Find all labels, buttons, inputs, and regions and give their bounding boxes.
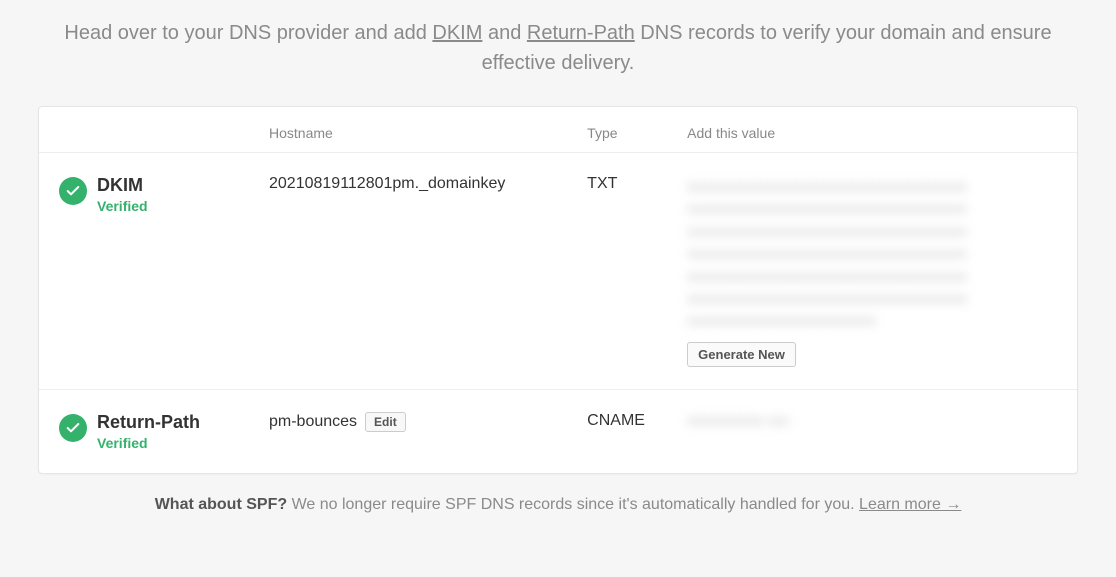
record-type: CNAME (587, 412, 677, 430)
table-row: Return-Path Verified pm-bounces Edit CNA… (39, 389, 1077, 473)
footnote-bold: What about SPF? (155, 496, 287, 513)
record-status: Verified (97, 198, 148, 214)
header-hostname: Hostname (269, 125, 577, 141)
table-header: Hostname Type Add this value (39, 107, 1077, 152)
header-value: Add this value (687, 125, 1057, 141)
intro-mid: and (482, 22, 526, 44)
record-value-blurred: xxxxxxxxxxx xxx (687, 412, 789, 428)
table-row: DKIM Verified 20210819112801pm._domainke… (39, 152, 1077, 389)
record-hostname: pm-bounces (269, 413, 357, 431)
record-label-col: DKIM Verified (59, 175, 259, 214)
dkim-link[interactable]: DKIM (432, 22, 482, 44)
return-path-link[interactable]: Return-Path (527, 22, 635, 44)
dns-records-card: Hostname Type Add this value DKIM Verifi… (38, 106, 1078, 474)
edit-hostname-button[interactable]: Edit (365, 412, 406, 432)
header-type: Type (587, 125, 677, 141)
intro-prefix: Head over to your DNS provider and add (64, 22, 432, 44)
record-label-col: Return-Path Verified (59, 412, 259, 451)
spf-footnote: What about SPF? We no longer require SPF… (0, 474, 1116, 536)
verified-check-icon (59, 177, 87, 205)
record-type: TXT (587, 175, 677, 193)
verified-check-icon (59, 414, 87, 442)
record-title: Return-Path (97, 412, 200, 433)
footnote-text: We no longer require SPF DNS records sin… (287, 496, 859, 513)
learn-more-link[interactable]: Learn more → (859, 496, 961, 513)
record-title: DKIM (97, 175, 148, 196)
record-hostname: 20210819112801pm._domainkey (269, 175, 577, 193)
generate-new-button[interactable]: Generate New (687, 342, 796, 367)
record-status: Verified (97, 435, 200, 451)
intro-text: Head over to your DNS provider and add D… (0, 0, 1116, 106)
record-value-blurred: xxxxxxxxxxxxxxxxxxxxxxxxxxxxxxxxxxxxxxxx… (687, 175, 1057, 332)
